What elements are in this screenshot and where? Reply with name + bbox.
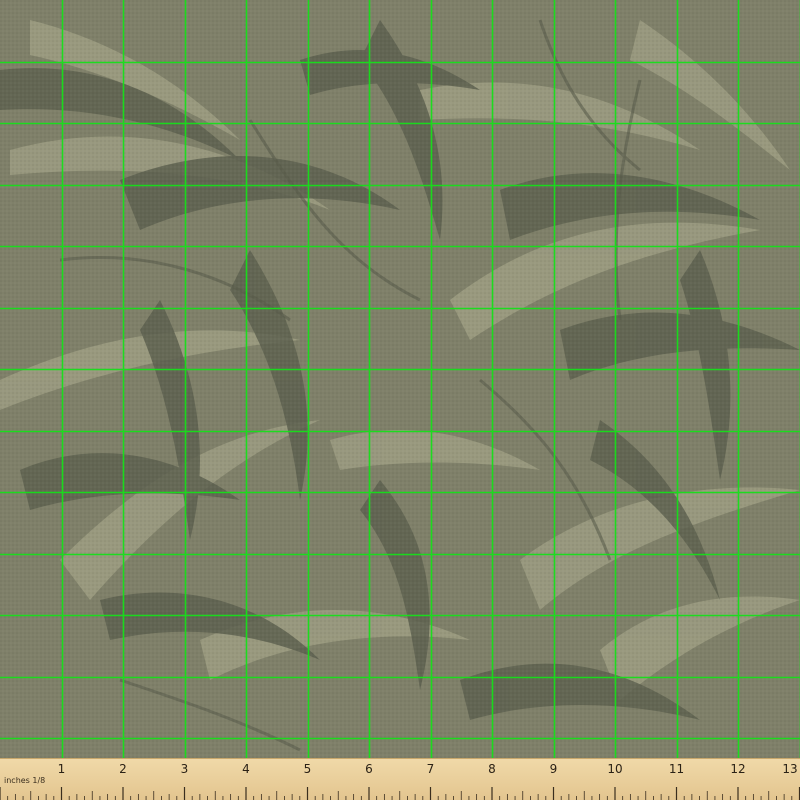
ruler-number: 1 — [57, 762, 66, 776]
ruler: inches 1/8 1 2 3 4 5 6 7 8 9 10 11 12 13 — [0, 758, 800, 800]
ruler-number: 13 — [782, 762, 798, 776]
ruler-number: 2 — [119, 762, 127, 776]
ruler-number: 8 — [488, 762, 496, 776]
ruler-number: 5 — [303, 762, 312, 776]
ruler-number: 11 — [668, 762, 685, 776]
fabric-swatch — [0, 0, 800, 800]
ruler-number: 12 — [730, 762, 746, 776]
ruler-unit-label: inches 1/8 — [4, 776, 46, 785]
ruler-number: 9 — [549, 762, 558, 776]
ruler-number: 6 — [365, 762, 373, 776]
ruler-number: 7 — [426, 762, 435, 776]
ruler-number: 3 — [180, 762, 189, 776]
ruler-number: 4 — [242, 762, 250, 776]
ruler-number: 10 — [607, 762, 623, 776]
